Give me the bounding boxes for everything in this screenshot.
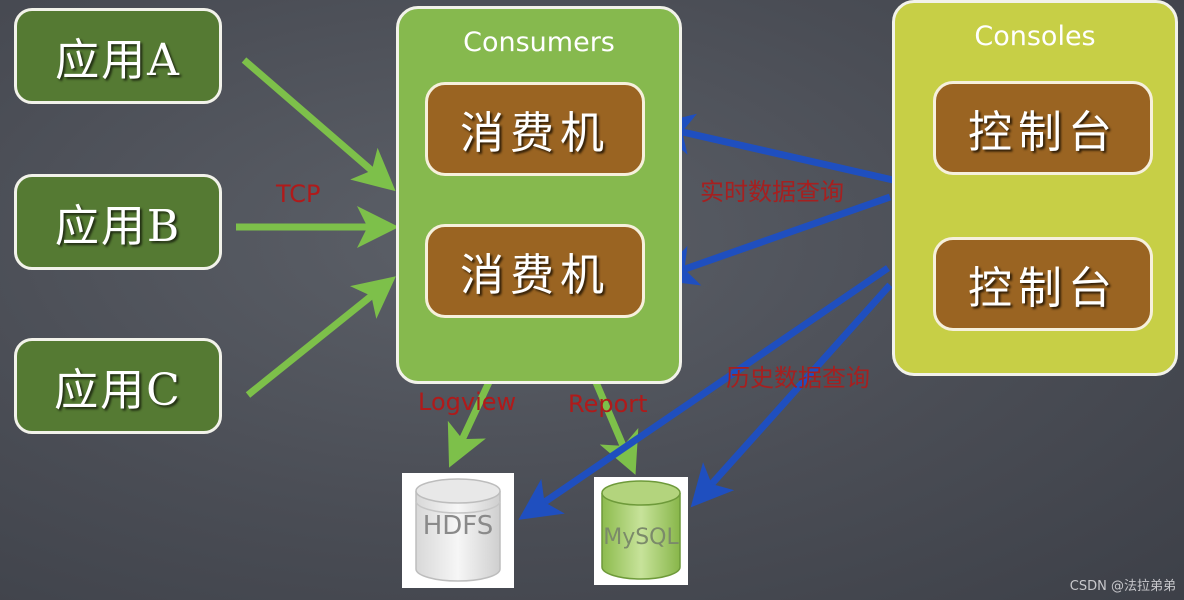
history-query-label: 历史数据查询 bbox=[726, 364, 870, 392]
arrow-console-to-consumer-2 bbox=[654, 193, 892, 286]
consumers-group: Consumers 消费机 消费机 bbox=[396, 6, 682, 384]
app-b-box: 应用B bbox=[14, 174, 222, 270]
watermark: CSDN @法拉弟弟 bbox=[1069, 579, 1176, 594]
app-b-label: 应用B bbox=[54, 201, 182, 252]
consoles-title: Consoles bbox=[974, 21, 1096, 52]
console-node-1-label: 控制台 bbox=[968, 107, 1118, 158]
consumer-node-2-label: 消费机 bbox=[460, 250, 610, 301]
arrow-app-a-to-consumers bbox=[241, 57, 396, 192]
consumer-node-2: 消费机 bbox=[425, 224, 645, 318]
consumer-node-1: 消费机 bbox=[425, 82, 645, 176]
console-node-1: 控制台 bbox=[933, 81, 1153, 175]
mysql-storage: MySQL bbox=[594, 477, 688, 585]
console-node-2-label: 控制台 bbox=[968, 263, 1118, 314]
app-a-box: 应用A bbox=[14, 8, 222, 104]
arrow-app-c-to-consumers bbox=[245, 276, 396, 398]
tcp-label: TCP bbox=[276, 180, 321, 208]
realtime-query-label: 实时数据查询 bbox=[700, 178, 844, 206]
app-c-label: 应用C bbox=[54, 365, 182, 416]
hdfs-storage: HDFS bbox=[402, 473, 514, 588]
logview-label: Logview bbox=[418, 388, 517, 416]
consoles-group: Consoles 控制台 控制台 bbox=[892, 0, 1178, 376]
mysql-label: MySQL bbox=[603, 525, 679, 550]
app-a-label: 应用A bbox=[55, 35, 181, 86]
report-label: Report bbox=[568, 390, 648, 418]
console-node-2: 控制台 bbox=[933, 237, 1153, 331]
consumers-title: Consumers bbox=[463, 27, 615, 58]
hdfs-label: HDFS bbox=[422, 511, 494, 541]
consumer-node-1-label: 消费机 bbox=[460, 108, 610, 159]
app-c-box: 应用C bbox=[14, 338, 222, 434]
